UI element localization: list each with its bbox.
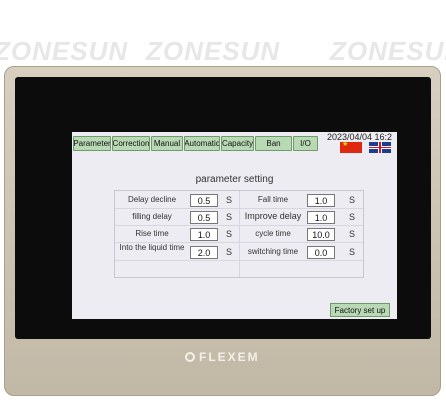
cycle-time-input[interactable]: 10.0 [307, 228, 335, 241]
chinese-flag-icon[interactable] [340, 140, 362, 153]
brand-name: FLEXEM [199, 350, 260, 364]
datetime-display: 2023/04/04 16:2 [327, 132, 393, 142]
fall-time-input[interactable]: 1.0 [307, 194, 335, 207]
switching-time-input[interactable]: 0.0 [307, 246, 335, 259]
hmi-device: Parameter Correction Manual Automatic Ca… [4, 66, 441, 396]
filling-delay-unit: S [226, 212, 233, 222]
tab-correction[interactable]: Correction [112, 136, 150, 151]
rise-time-unit: S [226, 229, 233, 239]
watermark: ZONESUN [0, 36, 129, 66]
rise-time-label: Rise time [135, 229, 169, 238]
page-title: parameter setting [195, 174, 274, 185]
delay-decline-unit: S [226, 195, 233, 205]
delay-decline-label: Delay decline [127, 195, 177, 204]
tab-manual[interactable]: Manual [151, 136, 183, 151]
filling-delay-input[interactable]: 0.5 [190, 211, 218, 224]
switching-time-unit: S [349, 247, 356, 257]
tab-parameter[interactable]: Parameter [73, 136, 111, 151]
delay-decline-input[interactable]: 0.5 [190, 194, 218, 207]
into-liquid-time-unit: S [226, 247, 233, 257]
watermark: ZONESUN [330, 36, 446, 66]
flexem-logo-icon [185, 352, 195, 362]
improve-delay-label: Improve delay [244, 211, 302, 221]
into-liquid-time-input[interactable]: 2.0 [190, 246, 218, 259]
factory-set-up-button[interactable]: Factory set up [330, 303, 390, 317]
brand-logo: FLEXEM [185, 350, 260, 364]
rise-time-input[interactable]: 1.0 [190, 228, 218, 241]
fall-time-label: Fall time [257, 195, 289, 204]
cycle-time-label: cycle time [255, 229, 291, 238]
improve-delay-unit: S [349, 212, 356, 222]
watermark: ZONESUN [146, 36, 281, 66]
filling-delay-label: filling delay [132, 212, 172, 221]
parameter-grid: Delay decline 0.5 S filling delay 0.5 S … [114, 190, 364, 278]
screen-bezel: Parameter Correction Manual Automatic Ca… [15, 77, 431, 339]
improve-delay-input[interactable]: 1.0 [307, 211, 335, 224]
tab-ban[interactable]: Ban [255, 136, 292, 151]
fall-time-unit: S [349, 195, 356, 205]
tab-io[interactable]: I/O [293, 136, 318, 151]
tab-capacity[interactable]: Capacity [221, 136, 254, 151]
cycle-time-unit: S [349, 229, 356, 239]
switching-time-label: switching time [247, 247, 299, 256]
tab-automatic[interactable]: Automatic [184, 136, 220, 151]
hmi-screen: Parameter Correction Manual Automatic Ca… [72, 132, 397, 319]
uk-flag-icon[interactable] [369, 142, 391, 153]
into-liquid-time-label: Into the liquid time [119, 243, 185, 252]
